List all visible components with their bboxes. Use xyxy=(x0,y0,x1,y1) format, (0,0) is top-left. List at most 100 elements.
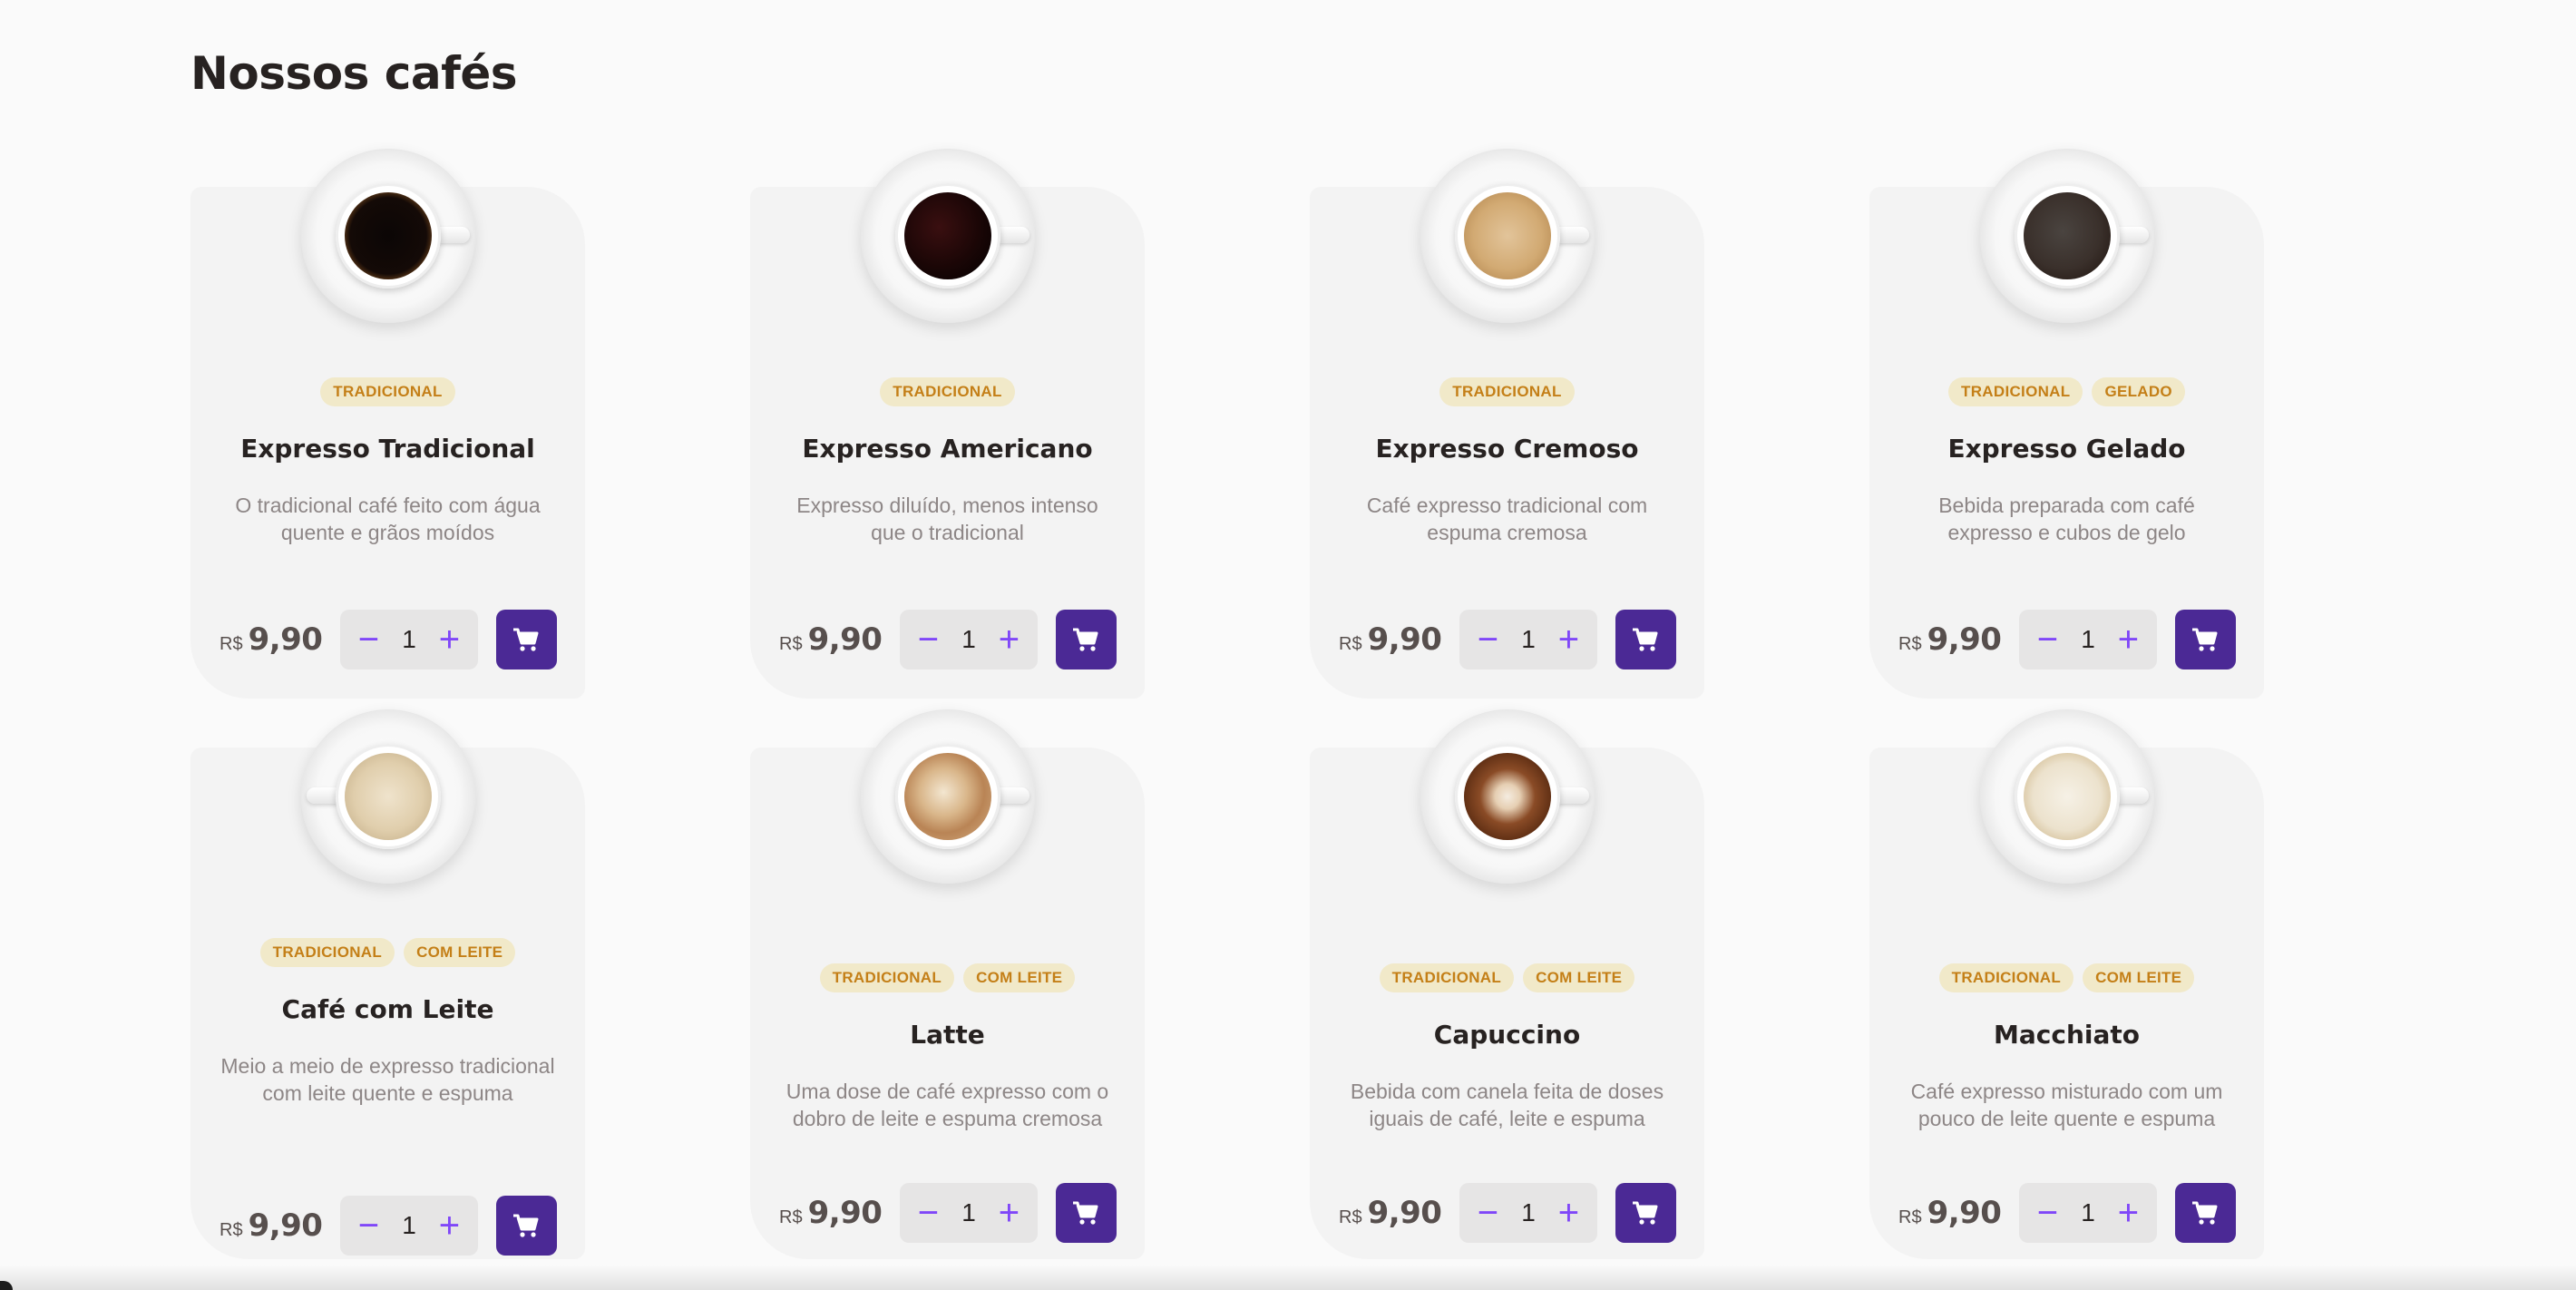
tag: COM LEITE xyxy=(963,963,1076,992)
currency: R$ xyxy=(220,1220,243,1240)
quantity-stepper: − 1 + xyxy=(340,610,478,669)
plus-button[interactable]: + xyxy=(1549,621,1587,659)
price-amount: 9,90 xyxy=(1367,621,1442,658)
product-card: TRADICIONAL COM LEITE Macchiato Café exp… xyxy=(1869,709,2264,1259)
buy-row: R$ 9,90 − 1 + xyxy=(779,610,1117,669)
minus-button[interactable]: − xyxy=(1469,1194,1507,1232)
product-card: TRADICIONAL COM LEITE Café com Leite Mei… xyxy=(190,709,585,1259)
plus-button[interactable]: + xyxy=(430,621,468,659)
add-to-cart-button[interactable] xyxy=(2174,1183,2236,1243)
plus-button[interactable]: + xyxy=(2109,621,2147,659)
cart-icon xyxy=(2192,1201,2218,1225)
tag-list: TRADICIONAL xyxy=(190,377,585,406)
price: R$ 9,90 xyxy=(1339,1195,1442,1231)
minus-button[interactable]: − xyxy=(1469,621,1507,659)
product-name: Capuccino xyxy=(1433,1020,1581,1050)
plus-button[interactable]: + xyxy=(430,1207,468,1245)
currency: R$ xyxy=(1339,634,1362,654)
add-to-cart-button[interactable] xyxy=(1055,610,1117,669)
currency: R$ xyxy=(1898,1207,1922,1227)
buy-row: R$ 9,90 − 1 + xyxy=(220,1196,557,1256)
buy-row: R$ 9,90 − 1 + xyxy=(220,610,557,669)
product-name: Expresso Cremoso xyxy=(1375,434,1639,464)
tag-list: TRADICIONAL xyxy=(750,377,1145,406)
coffee-cup-image xyxy=(1980,709,2154,884)
tag: TRADICIONAL xyxy=(819,963,955,992)
tag: TRADICIONAL xyxy=(1379,963,1515,992)
price-amount: 9,90 xyxy=(807,1195,883,1231)
product-description: O tradicional café feito com água quente… xyxy=(235,494,541,544)
add-to-cart-button[interactable] xyxy=(495,610,557,669)
add-to-cart-button[interactable] xyxy=(1615,610,1676,669)
product-description: Café expresso misturado com um pouco de … xyxy=(1910,1080,2223,1130)
coffee-cup-image xyxy=(301,709,475,884)
plus-button[interactable]: + xyxy=(990,621,1028,659)
add-to-cart-button[interactable] xyxy=(1055,1183,1117,1243)
minus-button[interactable]: − xyxy=(909,621,947,659)
minus-button[interactable]: − xyxy=(2028,1194,2066,1232)
minus-button[interactable]: − xyxy=(2028,621,2066,659)
price-amount: 9,90 xyxy=(807,621,883,658)
add-to-cart-button[interactable] xyxy=(2174,610,2236,669)
tag: COM LEITE xyxy=(1523,963,1635,992)
quantity-stepper: − 1 + xyxy=(1459,610,1597,669)
tag-list: TRADICIONAL COM LEITE xyxy=(1310,963,1704,992)
coffee-grid: TRADICIONAL Expresso Tradicional O tradi… xyxy=(190,149,2268,1290)
product-description: Expresso diluído, menos intenso que o tr… xyxy=(796,494,1098,544)
product-name: Expresso Gelado xyxy=(1947,434,2186,464)
tag: TRADICIONAL xyxy=(259,938,395,967)
tag: TRADICIONAL xyxy=(320,377,455,406)
minus-button[interactable]: − xyxy=(909,1194,947,1232)
buy-row: R$ 9,90 − 1 + xyxy=(1339,610,1676,669)
price: R$ 9,90 xyxy=(220,1207,323,1244)
tag-list: TRADICIONAL COM LEITE xyxy=(1869,963,2264,992)
buy-row: R$ 9,90 − 1 + xyxy=(1339,1183,1676,1243)
coffee-cup-image xyxy=(1420,709,1595,884)
buy-row: R$ 9,90 − 1 + xyxy=(1898,1183,2236,1243)
product-name: Macchiato xyxy=(1994,1020,2140,1050)
tag-list: TRADICIONAL COM LEITE xyxy=(190,938,585,967)
tag: TRADICIONAL xyxy=(1938,963,2074,992)
buy-row: R$ 9,90 − 1 + xyxy=(1898,610,2236,669)
coffee-cup-image xyxy=(861,709,1035,884)
price: R$ 9,90 xyxy=(1898,1195,2002,1231)
coffee-cup-image xyxy=(301,149,475,323)
currency: R$ xyxy=(1898,634,1922,654)
price: R$ 9,90 xyxy=(779,621,883,658)
add-to-cart-button[interactable] xyxy=(495,1196,557,1256)
cart-icon xyxy=(2192,628,2218,651)
product-card: TRADICIONAL Expresso Cremoso Café expres… xyxy=(1310,149,1704,699)
cart-icon xyxy=(513,628,539,651)
tag: COM LEITE xyxy=(2083,963,2195,992)
minus-button[interactable]: − xyxy=(349,1207,387,1245)
plus-button[interactable]: + xyxy=(2109,1194,2147,1232)
plus-button[interactable]: + xyxy=(1549,1194,1587,1232)
price-amount: 9,90 xyxy=(1927,621,2002,658)
price-amount: 9,90 xyxy=(248,621,323,658)
tag: GELADO xyxy=(2092,377,2185,406)
currency: R$ xyxy=(779,634,803,654)
quantity-value: 1 xyxy=(1521,1198,1536,1226)
quantity-value: 1 xyxy=(961,625,976,653)
minus-button[interactable]: − xyxy=(349,621,387,659)
product-description: Bebida com canela feita de doses iguais … xyxy=(1350,1080,1664,1130)
quantity-stepper: − 1 + xyxy=(900,610,1038,669)
quantity-stepper: − 1 + xyxy=(2019,1183,2157,1243)
plus-button[interactable]: + xyxy=(990,1194,1028,1232)
product-card: TRADICIONAL COM LEITE Latte Uma dose de … xyxy=(750,709,1145,1259)
quantity-stepper: − 1 + xyxy=(2019,610,2157,669)
tag: TRADICIONAL xyxy=(880,377,1015,406)
product-name: Café com Leite xyxy=(281,994,494,1024)
product-name: Expresso Tradicional xyxy=(240,434,535,464)
coffee-cup-image xyxy=(1980,149,2154,323)
product-name: Latte xyxy=(910,1020,985,1050)
cart-icon xyxy=(513,1214,539,1237)
add-to-cart-button[interactable] xyxy=(1615,1183,1676,1243)
quantity-value: 1 xyxy=(402,625,416,653)
quantity-value: 1 xyxy=(1521,625,1536,653)
cart-icon xyxy=(1633,1201,1658,1225)
price: R$ 9,90 xyxy=(1898,621,2002,658)
product-card: TRADICIONAL Expresso Americano Expresso … xyxy=(750,149,1145,699)
bottom-shadow xyxy=(0,1265,2576,1290)
currency: R$ xyxy=(220,634,243,654)
